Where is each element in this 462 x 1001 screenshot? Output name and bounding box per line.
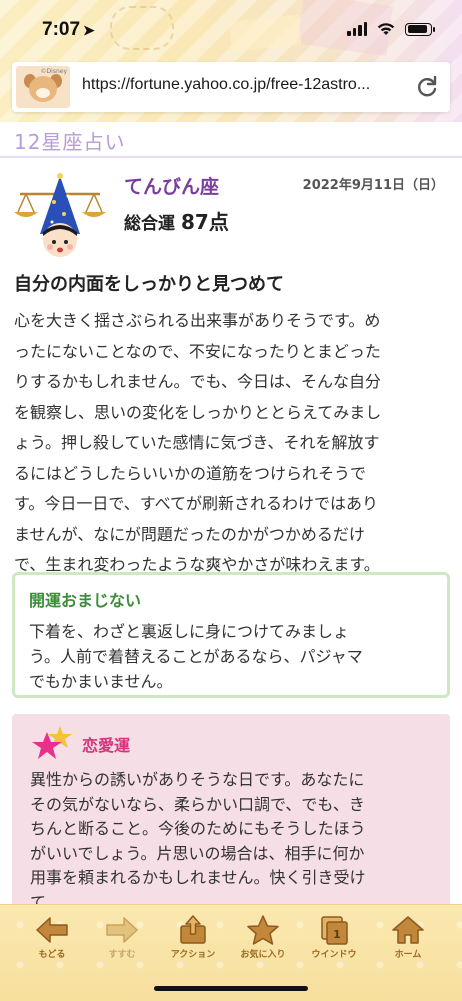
love-fortune-title: 恋愛運 (82, 736, 131, 755)
url-text[interactable]: https://fortune.yahoo.co.jp/free-12astro… (82, 76, 412, 94)
forward-arrow-icon (106, 917, 138, 943)
window-label: ウインドウ (311, 950, 357, 960)
love-line: 異性からの誘いがありそうな日です。あなたに (30, 770, 365, 789)
home-label: ホーム (394, 950, 422, 960)
share-icon (180, 915, 206, 944)
action-label: アクション (170, 950, 216, 960)
fortune-headline: 自分の内面をしっかりと見つめて (14, 274, 284, 295)
luck-line: う。人前で着替えることがあるなら、パジャマ (29, 647, 363, 666)
site-favicon: ©Disney (16, 66, 70, 108)
title-divider (0, 156, 462, 158)
page-title: 12星座占い (14, 130, 126, 154)
back-arrow-icon (36, 917, 68, 943)
love-line: 用事を頼まれるかもしれません。快く引き受け (30, 868, 366, 887)
star-bookmark-icon (247, 915, 279, 945)
love-line: がいいでしょう。片思いの場合は、相手に何か (30, 843, 365, 863)
window-button[interactable]: 1 ウインドウ (304, 915, 364, 960)
back-button[interactable]: もどる (22, 915, 82, 960)
home-icon (392, 916, 424, 944)
forward-label: すすむ (108, 950, 136, 960)
wifi-icon (377, 23, 395, 35)
body-line: るにはどうしたらいいかの道筋をつけられそうで (14, 463, 367, 483)
back-label: もどる (38, 950, 66, 960)
status-time: 7:07 ➤ (42, 19, 95, 41)
love-fortune-box: 恋愛運 異性からの誘いがありそうな日です。あなたに その気がないなら、柔らかい口… (12, 714, 450, 914)
cellular-signal-icon (347, 22, 367, 36)
reload-icon[interactable] (414, 74, 440, 100)
browser-chrome: 7:07 ➤ ©Disney https://fortune.yahoo.co.j… (0, 0, 462, 122)
forward-button[interactable]: すすむ (92, 915, 152, 960)
body-line: ませんが、なにが問題だったのかがつかめるだけ (14, 524, 365, 544)
love-fortune-body: 異性からの誘いがありそうな日です。あなたに その気がないなら、柔らかい口調で、で… (30, 768, 434, 914)
love-line: ちんと断ること。今後のためにもそうしたほう (30, 819, 366, 838)
chrome-decoration (110, 6, 174, 50)
love-line: その気がないなら、柔らかい口調で、でも、き (30, 794, 365, 814)
window-count: 1 (333, 928, 341, 941)
luck-charm-body: 下着を、わざと裏返しに身につけてみましょ う。人前で着替えることがあるなら、パジ… (29, 619, 433, 694)
favicon-label: ©Disney (40, 68, 67, 75)
body-line: ったにないことなので、不安になったりとまどった (14, 341, 381, 361)
favorites-button[interactable]: お気に入り (233, 915, 293, 960)
body-line: ょう。押し殺していた感情に気づき、それを解放す (14, 433, 380, 452)
body-line: 心を大きく揺さぶられる出来事がありそうです。め (14, 311, 381, 330)
luck-charm-title: 開運おまじない (29, 591, 142, 610)
body-line: す。今日一日で、すべてが刷新されるわけではあり (14, 494, 379, 513)
score-value: 87点 (181, 210, 229, 234)
favorites-label: お気に入り (240, 950, 286, 960)
chrome-decoration (228, 14, 302, 52)
luck-line: 下着を、わざと裏返しに身につけてみましょ (29, 622, 350, 641)
home-indicator[interactable] (154, 986, 308, 991)
body-line: を観察し、思いの変化をしっかりととらえてみまし (14, 402, 382, 422)
window-tabs-icon: 1 (321, 916, 348, 945)
address-bar[interactable]: ©Disney https://fortune.yahoo.co.jp/free… (12, 62, 450, 112)
fortune-date: 2022年9月11日（日） (302, 178, 444, 193)
status-time-text: 7:07 (42, 19, 81, 40)
battery-icon (405, 22, 435, 36)
status-icons (347, 22, 435, 36)
fortune-body: 心を大きく揺さぶられる出来事がありそうです。め ったにないことなので、不安になっ… (14, 306, 448, 581)
luck-charm-box: 開運おまじない 下着を、わざと裏返しに身につけてみましょ う。人前で着替えること… (12, 572, 450, 698)
star-icon (32, 726, 72, 759)
home-button[interactable]: ホーム (378, 915, 438, 960)
body-line: りするかもしれません。でも、今日は、そんな自分 (14, 372, 382, 391)
action-button[interactable]: アクション (163, 915, 223, 960)
overall-score: 総合運 87点 (124, 206, 229, 235)
sign-name: てんびん座 (124, 176, 220, 198)
luck-line: でもかまいません。 (29, 672, 173, 691)
location-arrow-icon: ➤ (83, 22, 95, 38)
score-label: 総合運 (124, 214, 175, 234)
libra-character-icon (14, 173, 106, 257)
